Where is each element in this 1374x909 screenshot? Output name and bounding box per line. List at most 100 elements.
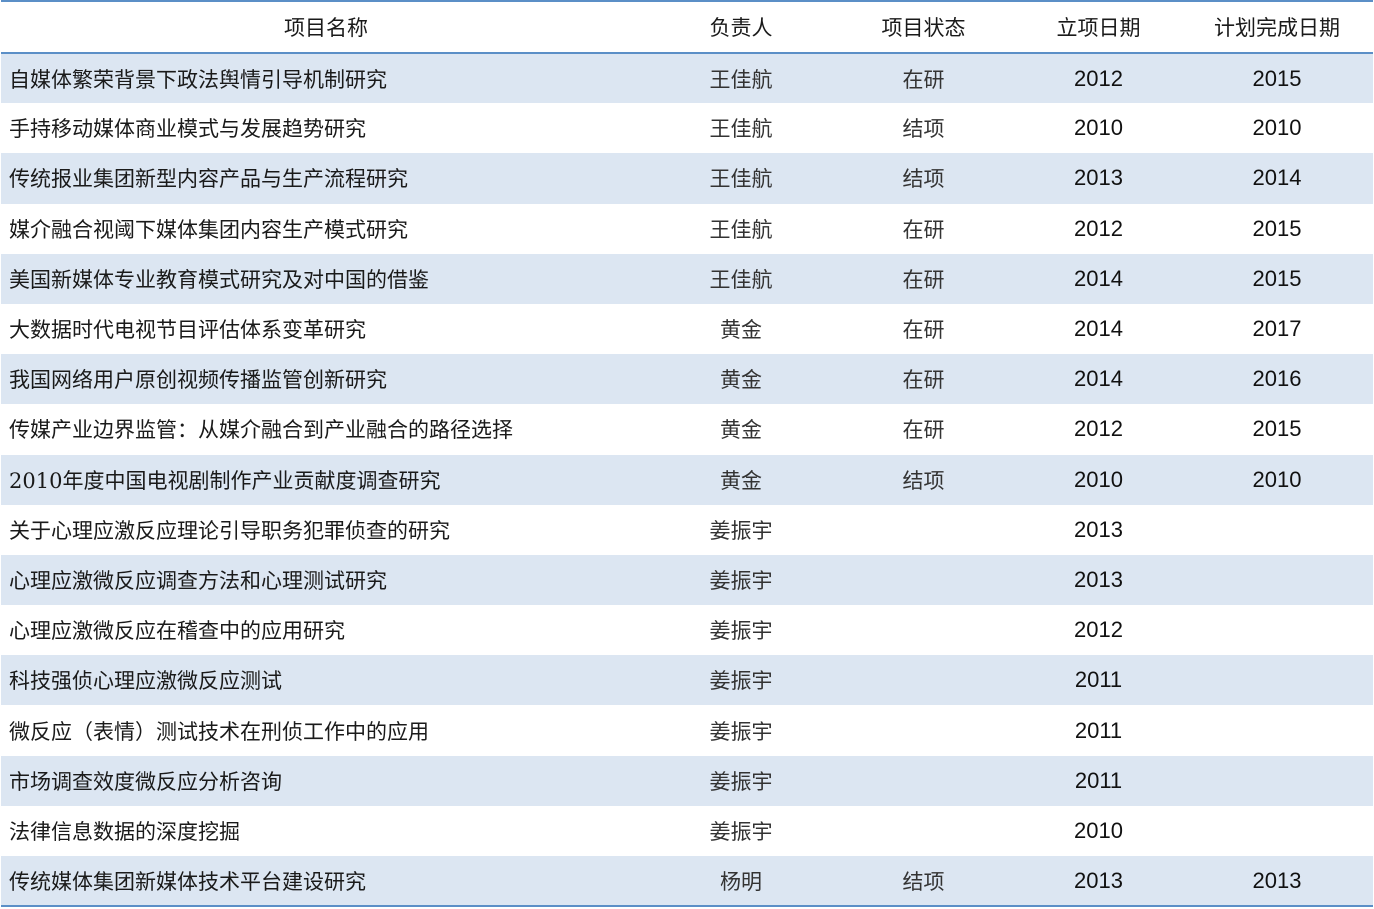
cell-project-name: 大数据时代电视节目评估体系变革研究 bbox=[9, 318, 366, 343]
cell-status: 结项 bbox=[831, 856, 1016, 908]
cell-owner: 王佳航 bbox=[709, 267, 773, 292]
cell-owner: 姜振宇 bbox=[709, 719, 773, 744]
table-row: 自媒体繁荣背景下政法舆情引导机制研究 王佳航 在研 2012 2015 bbox=[1, 53, 1373, 104]
cell-start-date: 2014 bbox=[1074, 265, 1123, 291]
cell-end-date: 2010 bbox=[1252, 115, 1302, 141]
cell-owner: 王佳航 bbox=[709, 117, 773, 142]
cell-status bbox=[831, 806, 1016, 856]
cell-status bbox=[831, 505, 1016, 555]
cell-end-date: 2015 bbox=[1252, 265, 1302, 291]
table-row: 心理应激微反应在稽查中的应用研究 姜振宇 2012 bbox=[1, 605, 1373, 656]
cell-end-date: 2013 bbox=[1181, 856, 1373, 908]
cell-owner: 王佳航 bbox=[709, 167, 773, 192]
cell-end-date: 2014 bbox=[1252, 165, 1302, 191]
header-project-name: 项目名称 bbox=[1, 0, 651, 54]
cell-status: 在研 bbox=[902, 217, 945, 242]
cell-project-name: 传统报业集团新型内容产品与生产流程研究 bbox=[9, 167, 408, 192]
cell-start-date: 2011 bbox=[1074, 717, 1123, 743]
cell-owner: 王佳航 bbox=[709, 67, 773, 92]
table-row: 传媒产业边界监管：从媒介融合到产业融合的路径选择 黄金 在研 2012 2015 bbox=[1, 404, 1373, 455]
cell-start-date: 2010 bbox=[1074, 115, 1123, 141]
table-row: 市场调查效度微反应分析咨询 姜振宇 2011 bbox=[1, 755, 1373, 806]
cell-start-date: 2013 bbox=[1074, 566, 1123, 592]
table-row: 微反应（表情）测试技术在刑侦工作中的应用 姜振宇 2011 bbox=[1, 705, 1373, 756]
cell-end-date bbox=[1181, 555, 1373, 605]
cell-owner: 姜振宇 bbox=[709, 769, 773, 794]
cell-project-name: 自媒体繁荣背景下政法舆情引导机制研究 bbox=[9, 67, 387, 92]
cell-end-date bbox=[1181, 605, 1373, 655]
cell-start-date: 2013 bbox=[1016, 856, 1181, 908]
cell-end-date: 2010 bbox=[1252, 466, 1302, 492]
cell-end-date bbox=[1181, 655, 1373, 705]
project-table-container: 项目名称 负责人 项目状态 立项日期 计划完成日期 自媒体繁荣背景下政法舆情引导… bbox=[1, 0, 1373, 908]
cell-end-date bbox=[1181, 806, 1373, 856]
table-row: 媒介融合视阈下媒体集团内容生产模式研究 王佳航 在研 2012 2015 bbox=[1, 203, 1373, 254]
cell-start-date: 2012 bbox=[1074, 215, 1123, 241]
table-row: 心理应激微反应调查方法和心理测试研究 姜振宇 2013 bbox=[1, 554, 1373, 606]
table-row: 2010年度中国电视剧制作产业贡献度调查研究 黄金 结项 2010 2010 bbox=[1, 454, 1373, 505]
cell-start-date: 2012 bbox=[1074, 617, 1123, 643]
cell-status: 结项 bbox=[902, 117, 945, 142]
cell-status: 在研 bbox=[902, 267, 945, 292]
cell-status: 在研 bbox=[902, 368, 945, 393]
cell-start-date: 2013 bbox=[1074, 516, 1123, 542]
cell-start-date: 2010 bbox=[1074, 466, 1123, 492]
cell-owner: 姜振宇 bbox=[709, 819, 773, 844]
cell-start-date: 2011 bbox=[1074, 767, 1123, 793]
cell-project-name: 媒介融合视阈下媒体集团内容生产模式研究 bbox=[9, 217, 408, 242]
cell-project-name: 科技强侦心理应激微反应测试 bbox=[9, 669, 282, 694]
cell-project-name: 法律信息数据的深度挖掘 bbox=[9, 819, 240, 844]
cell-end-date: 2015 bbox=[1252, 65, 1302, 91]
cell-end-date: 2017 bbox=[1252, 316, 1302, 342]
cell-owner: 黄金 bbox=[720, 468, 762, 493]
cell-status bbox=[831, 756, 1016, 806]
cell-project-name: 心理应激微反应在稽查中的应用研究 bbox=[9, 619, 345, 644]
cell-owner: 黄金 bbox=[720, 318, 762, 343]
cell-project-name: 关于心理应激反应理论引导职务犯罪侦查的研究 bbox=[9, 518, 450, 543]
cell-project-name: 市场调查效度微反应分析咨询 bbox=[9, 769, 282, 794]
project-table: 项目名称 负责人 项目状态 立项日期 计划完成日期 自媒体繁荣背景下政法舆情引导… bbox=[1, 0, 1373, 908]
header-owner: 负责人 bbox=[651, 0, 831, 54]
table-body: 自媒体繁荣背景下政法舆情引导机制研究 王佳航 在研 2012 2015 手持移动媒体商业模… bbox=[1, 53, 1373, 908]
cell-project-name: 传统媒体集团新媒体技术平台建设研究 bbox=[1, 856, 651, 908]
cell-owner: 黄金 bbox=[720, 418, 762, 443]
cell-owner: 姜振宇 bbox=[709, 669, 773, 694]
cell-status bbox=[831, 705, 1016, 755]
cell-project-name: 我国网络用户原创视频传播监管创新研究 bbox=[9, 368, 387, 393]
cell-end-date bbox=[1181, 705, 1373, 755]
cell-owner: 黄金 bbox=[720, 368, 762, 393]
cell-status bbox=[831, 655, 1016, 705]
cell-end-date bbox=[1181, 756, 1373, 806]
cell-end-date: 2015 bbox=[1252, 215, 1302, 241]
cell-status: 结项 bbox=[902, 167, 945, 192]
cell-start-date: 2012 bbox=[1074, 416, 1123, 442]
table-row: 我国网络用户原创视频传播监管创新研究 黄金 在研 2014 2016 bbox=[1, 354, 1373, 405]
header-row: 项目名称 负责人 项目状态 立项日期 计划完成日期 bbox=[1, 0, 1373, 54]
cell-project-name: 心理应激微反应调查方法和心理测试研究 bbox=[9, 568, 387, 593]
cell-owner: 杨明 bbox=[651, 856, 831, 908]
cell-status bbox=[831, 605, 1016, 655]
cell-owner: 姜振宇 bbox=[709, 518, 773, 543]
cell-owner: 姜振宇 bbox=[709, 568, 773, 593]
cell-status: 结项 bbox=[902, 468, 945, 493]
cell-start-date: 2012 bbox=[1074, 65, 1123, 91]
table-row: 传统媒体集团新媒体技术平台建设研究 杨明 结项 2013 2013 bbox=[1, 856, 1373, 908]
header-status: 项目状态 bbox=[831, 0, 1016, 54]
cell-start-date: 2011 bbox=[1074, 667, 1123, 693]
cell-owner: 姜振宇 bbox=[709, 619, 773, 644]
cell-status bbox=[831, 555, 1016, 605]
table-row: 美国新媒体专业教育模式研究及对中国的借鉴 王佳航 在研 2014 2015 bbox=[1, 253, 1373, 304]
cell-owner: 王佳航 bbox=[709, 217, 773, 242]
cell-status: 在研 bbox=[902, 67, 945, 92]
header-start-date: 立项日期 bbox=[1016, 0, 1181, 54]
cell-start-date: 2010 bbox=[1074, 817, 1123, 843]
table-row: 传统报业集团新型内容产品与生产流程研究 王佳航 结项 2013 2014 bbox=[1, 153, 1373, 204]
table-row: 关于心理应激反应理论引导职务犯罪侦查的研究 姜振宇 2013 bbox=[1, 504, 1373, 555]
table-row: 大数据时代电视节目评估体系变革研究 黄金 在研 2014 2017 bbox=[1, 303, 1373, 355]
table-header: 项目名称 负责人 项目状态 立项日期 计划完成日期 bbox=[1, 0, 1373, 54]
table-row: 手持移动媒体商业模式与发展趋势研究 王佳航 结项 2010 2010 bbox=[1, 103, 1373, 154]
cell-start-date: 2013 bbox=[1074, 165, 1123, 191]
table-row: 法律信息数据的深度挖掘 姜振宇 2010 bbox=[1, 805, 1373, 856]
header-end-date: 计划完成日期 bbox=[1181, 0, 1373, 54]
cell-project-name: 美国新媒体专业教育模式研究及对中国的借鉴 bbox=[9, 267, 429, 292]
